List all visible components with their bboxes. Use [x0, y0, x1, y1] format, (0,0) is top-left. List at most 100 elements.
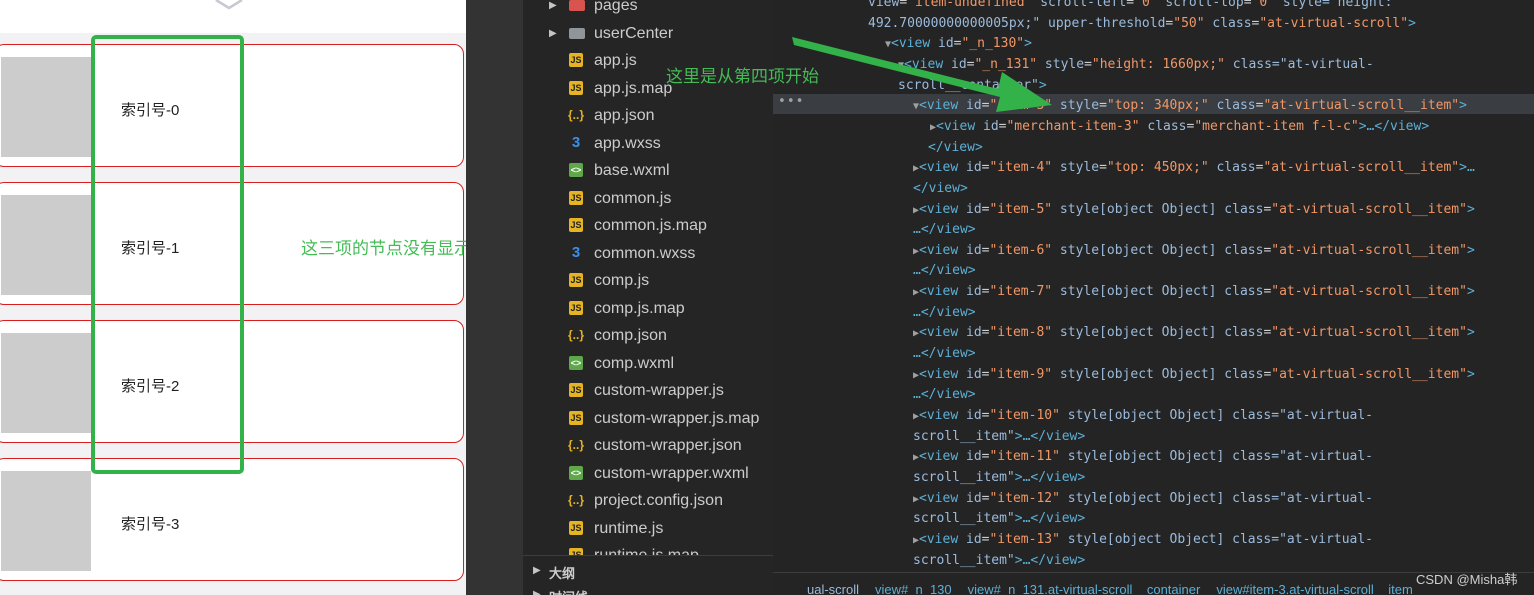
file-name: base.wxml: [594, 162, 670, 179]
code-line[interactable]: scroll__item">…</view>: [913, 509, 1085, 529]
code-line[interactable]: view="item-undefined" scroll-left="0" sc…: [868, 0, 1392, 13]
file-name: custom-wrapper.js.map: [594, 409, 760, 427]
code-line[interactable]: </view>: [913, 179, 968, 199]
code-line[interactable]: 492.70000000000005px;" upper-threshold="…: [868, 14, 1416, 34]
file-name: app.js.map: [594, 79, 673, 97]
explorer-bottom-sections: ▶ 大纲 ▶ 时间线: [523, 555, 773, 595]
thumbnail-placeholder: [1, 333, 91, 433]
file-name: common.wxss: [594, 244, 696, 262]
code-line[interactable]: ▶<view id="item-10" style[object Object]…: [913, 406, 1373, 426]
code-line[interactable]: …</view>: [913, 385, 976, 405]
code-line[interactable]: ▶<view id="item-6" style[object Object] …: [913, 241, 1475, 261]
wxml-file-icon: <>: [569, 465, 583, 480]
folder-icon: [569, 27, 585, 39]
code-line[interactable]: ▶<view id="merchant-item-3" class="merch…: [930, 117, 1429, 137]
file-name: common.js.map: [594, 217, 707, 234]
file-tree-item[interactable]: {..} comp.json: [523, 322, 773, 349]
annotation-highlight-box: [91, 35, 244, 474]
file-tree-item[interactable]: <> comp.wxml: [523, 350, 773, 377]
annotation-missing-nodes: 这三项的节点没有显示: [301, 239, 466, 259]
code-line[interactable]: ▶<view id="item-12" style[object Object]…: [913, 489, 1373, 509]
file-tree-item[interactable]: JS comp.js.map: [523, 295, 773, 322]
file-tree-item[interactable]: 3 app.wxss: [523, 130, 773, 157]
explorer-gutter: [466, 0, 523, 595]
file-name: custom-wrapper.js: [594, 382, 724, 399]
json-file-icon: {..}: [567, 328, 584, 342]
chevron-down-icon[interactable]: [214, 0, 244, 12]
chevron-right-icon[interactable]: ▶: [533, 589, 541, 595]
code-line[interactable]: ▶<view id="item-8" style[object Object] …: [913, 323, 1475, 343]
folder-red-icon: [569, 0, 585, 11]
more-options-icon[interactable]: •••: [778, 94, 804, 109]
json-file-icon: {..}: [567, 493, 584, 507]
file-name: pages: [594, 0, 638, 14]
simulator-topbar: [0, 0, 466, 33]
code-line[interactable]: …</view>: [913, 303, 976, 323]
code-line[interactable]: ▼<view id="_n_131" style="height: 1660px…: [898, 55, 1374, 75]
code-line[interactable]: scroll__item">…</view>: [913, 427, 1085, 447]
list-item[interactable]: 索引号-3: [0, 458, 464, 581]
file-name: comp.js.map: [594, 299, 685, 317]
js-file-icon: JS: [569, 273, 583, 287]
code-line[interactable]: </view>: [928, 138, 983, 158]
outline-section-label[interactable]: 大纲: [549, 563, 575, 582]
code-line[interactable]: …</view>: [913, 261, 976, 281]
file-tree-item[interactable]: <> base.wxml: [523, 157, 773, 184]
js-file-icon: JS: [569, 520, 583, 535]
file-tree-item[interactable]: JS common.js: [523, 185, 773, 212]
json-file-icon: {..}: [567, 438, 584, 452]
code-line[interactable]: ▶<view id="item-9" style[object Object] …: [913, 365, 1475, 385]
file-tree-item[interactable]: <> custom-wrapper.wxml: [523, 460, 773, 487]
file-tree-item[interactable]: JS comp.js: [523, 267, 773, 294]
breadcrumb-item[interactable]: view#_n_131.at-virtual-scroll__container: [968, 582, 1201, 595]
file-tree-item[interactable]: JS custom-wrapper.js: [523, 377, 773, 404]
js-file-icon: JS: [569, 53, 583, 67]
code-line[interactable]: ▶<view id="item-11" style[object Object]…: [913, 447, 1373, 467]
file-tree-item[interactable]: JS runtime.js: [523, 515, 773, 542]
file-name: comp.json: [594, 327, 667, 344]
file-tree-item[interactable]: {..} custom-wrapper.json: [523, 432, 773, 459]
file-tree-item[interactable]: ▶ pages: [523, 0, 773, 19]
item-index-label: 索引号-3: [121, 516, 180, 533]
breadcrumb-item[interactable]: view#_n_130: [875, 582, 952, 595]
code-line[interactable]: ▶<view id="item-13" style[object Object]…: [913, 530, 1373, 550]
js-file-icon: JS: [569, 190, 583, 205]
file-name: custom-wrapper.wxml: [594, 464, 749, 482]
file-tree-item[interactable]: {..} project.config.json: [523, 487, 773, 514]
file-tree-item[interactable]: ▶ userCenter: [523, 20, 773, 47]
watermark: CSDN @Misha韩: [1416, 572, 1518, 587]
thumbnail-placeholder: [1, 57, 91, 157]
file-tree-item[interactable]: {..} app.json: [523, 102, 773, 129]
file-name: common.js: [594, 189, 672, 207]
code-line[interactable]: ▶<view id="item-4" style="top: 450px;" c…: [913, 158, 1475, 178]
code-line[interactable]: …</view>: [913, 344, 976, 364]
wxml-inspector-panel: ••• view="item-undefined" scroll-left="0…: [773, 0, 1534, 595]
breadcrumb-item[interactable]: ual-scroll: [807, 582, 859, 595]
file-name: app.js: [594, 52, 637, 69]
chevron-right-icon[interactable]: ▶: [549, 0, 557, 19]
js-file-icon: JS: [569, 80, 583, 95]
code-line[interactable]: ▶<view id="item-5" style[object Object] …: [913, 200, 1475, 220]
code-line[interactable]: scroll__item">…</view>: [913, 551, 1085, 571]
thumbnail-placeholder: [1, 195, 91, 295]
file-name: runtime.js: [594, 519, 664, 537]
code-line[interactable]: ▼<view id="_n_130">: [885, 34, 1032, 54]
wxss-file-icon: 3: [571, 243, 581, 261]
code-line[interactable]: scroll__item">…</view>: [913, 468, 1085, 488]
selected-code-line[interactable]: ▼<view id="item-3" style="top: 340px;" c…: [913, 96, 1467, 116]
js-file-icon: JS: [569, 383, 583, 397]
chevron-right-icon[interactable]: ▶: [549, 20, 557, 47]
code-line[interactable]: …</view>: [913, 220, 976, 240]
code-line[interactable]: ▶<view id="item-7" style[object Object] …: [913, 282, 1475, 302]
file-name: custom-wrapper.json: [594, 437, 742, 454]
timeline-section-label[interactable]: 时间线: [549, 587, 588, 595]
file-tree-item[interactable]: JS custom-wrapper.js.map: [523, 405, 773, 432]
file-tree-item[interactable]: 3 common.wxss: [523, 240, 773, 267]
file-name: userCenter: [594, 24, 674, 42]
js-file-icon: JS: [569, 300, 583, 315]
breadcrumb-item[interactable]: view#item-3.at-virtual-scroll__item: [1216, 582, 1413, 595]
file-name: project.config.json: [594, 492, 723, 509]
chevron-right-icon[interactable]: ▶: [533, 565, 541, 576]
code-line[interactable]: scroll__container">: [898, 76, 1047, 96]
file-tree-item[interactable]: JS common.js.map: [523, 212, 773, 239]
